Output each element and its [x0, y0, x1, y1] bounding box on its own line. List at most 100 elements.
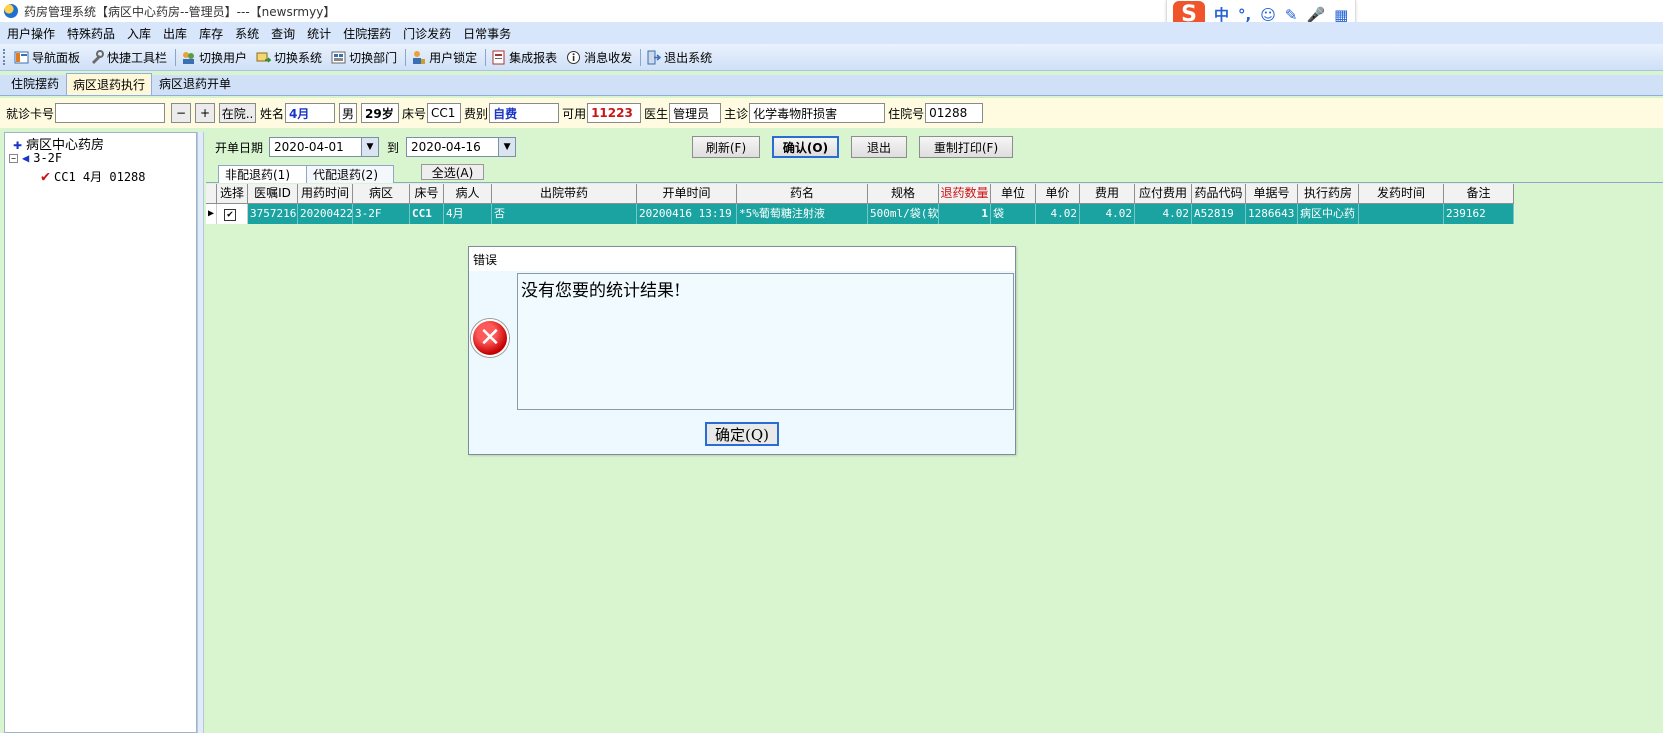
menu-stock-in[interactable]: 入库 — [123, 25, 159, 42]
navigation-panel-button[interactable]: 导航面板 — [11, 49, 86, 66]
tab-non-dispensed-return[interactable]: 非配退药(1) — [218, 165, 309, 183]
bed-field[interactable]: CC1 — [427, 103, 462, 123]
tab-proxy-dispensed-return[interactable]: 代配退药(2) — [306, 165, 394, 183]
column-header[interactable]: 出院带药 — [492, 184, 637, 204]
menu-outpatient-dispense[interactable]: 门诊发药 — [399, 25, 459, 42]
column-header[interactable]: 费用 — [1080, 184, 1135, 204]
cell-order-id: 3757216 — [248, 204, 298, 224]
menu-daily-affairs[interactable]: 日常事务 — [459, 25, 519, 42]
column-header[interactable]: 应付费用 — [1135, 184, 1192, 204]
quick-toolbar-button[interactable]: 快捷工具栏 — [86, 49, 173, 66]
reprint-button[interactable]: 重制打印(F) — [919, 136, 1013, 158]
switch-user-button[interactable]: 切换用户 — [178, 49, 253, 66]
row-select-checkbox[interactable]: ✔ — [217, 204, 248, 224]
menu-system[interactable]: 系统 — [231, 25, 267, 42]
window-titlebar: 药房管理系统【病区中心药房--管理员】---【newsrmyy】 — [0, 0, 1663, 22]
microphone-icon[interactable]: 🎤 — [1306, 6, 1325, 24]
switch-department-button[interactable]: 切换部门 — [328, 49, 403, 66]
cell-medication-time: 20200422 — [298, 204, 353, 224]
start-date-picker[interactable]: 2020-04-01 ▼ — [269, 137, 380, 157]
menu-stock-out[interactable]: 出库 — [159, 25, 195, 42]
inpatient-number-label: 住院号 — [888, 106, 925, 121]
fee-type-field[interactable]: 自费 — [489, 103, 560, 123]
ok-button[interactable]: 确定(Q) — [705, 422, 779, 446]
available-balance-field[interactable]: 11223 — [587, 103, 642, 123]
column-header[interactable]: 发药时间 — [1359, 184, 1444, 204]
cell-return-quantity[interactable]: 1 — [939, 204, 991, 224]
message-button[interactable]: 消息收发 — [563, 49, 638, 66]
checkmark-icon: ✔ — [41, 167, 51, 185]
module-tabs: 住院摆药 病区退药执行 病区退药开单 — [0, 72, 1663, 96]
exit-system-button[interactable]: 退出系统 — [643, 49, 718, 66]
refresh-button[interactable]: 刷新(F) — [692, 136, 760, 158]
switch-system-button[interactable]: 切换系统 — [253, 49, 328, 66]
ime-punctuation[interactable]: °, — [1238, 6, 1251, 24]
collapse-icon[interactable]: − — [9, 153, 18, 163]
card-number-input[interactable] — [55, 103, 166, 123]
tab-inpatient-dispense[interactable]: 住院摆药 — [4, 72, 66, 95]
menu-inpatient-dispense[interactable]: 住院摆药 — [339, 25, 399, 42]
column-header[interactable]: 用药时间 — [298, 184, 353, 204]
menu-statistics[interactable]: 统计 — [303, 25, 339, 42]
inpatient-status-button[interactable]: 在院.. — [219, 103, 257, 123]
column-header-highlighted[interactable]: 退药数量 — [939, 184, 991, 204]
column-header[interactable]: 床号 — [410, 184, 444, 204]
doctor-field[interactable]: 管理员 — [669, 103, 722, 123]
exit-button[interactable]: 退出 — [851, 136, 907, 158]
column-header[interactable]: 单据号 — [1246, 184, 1298, 204]
cell-spec: 500ml/袋(软 — [868, 204, 939, 224]
ward-tree: ✚ 病区中心药房 − ◀ 3-2F ✔ CC1 4月 01288 — [4, 132, 197, 733]
cell-remark: 239162 — [1444, 204, 1514, 224]
column-header[interactable]: 规格 — [868, 184, 939, 204]
column-header[interactable]: 开单时间 — [637, 184, 737, 204]
checkbox[interactable]: ✔ — [224, 209, 236, 221]
dropdown-arrow-icon[interactable]: ▼ — [498, 138, 516, 156]
tree-node-patient[interactable]: ✔ CC1 4月 01288 — [41, 167, 146, 185]
dropdown-arrow-icon[interactable]: ▼ — [361, 138, 379, 156]
tab-ward-return-order[interactable]: 病区退药开单 — [152, 72, 238, 95]
exit-icon — [647, 50, 662, 64]
column-header[interactable]: 备注 — [1444, 184, 1514, 204]
column-header[interactable]: 医嘱ID — [248, 184, 298, 204]
sex-field[interactable]: 男 — [339, 103, 358, 123]
toolbar-grip[interactable] — [3, 49, 7, 65]
column-header[interactable]: 单价 — [1036, 184, 1080, 204]
confirm-button[interactable]: 确认(O) — [772, 136, 839, 158]
report-icon — [492, 50, 505, 64]
user-lock-button[interactable]: 用户锁定 — [408, 49, 483, 66]
inpatient-number-field[interactable]: 01288 — [925, 103, 984, 123]
pen-icon[interactable]: ✎ — [1285, 6, 1298, 24]
column-header[interactable]: 药名 — [737, 184, 868, 204]
menu-inventory[interactable]: 库存 — [195, 25, 231, 42]
select-all-button[interactable]: 全选(A) — [421, 164, 484, 180]
cell-dispense-time — [1359, 204, 1444, 224]
age-field[interactable]: 29岁 — [361, 103, 400, 123]
menu-user[interactable]: 用户操作 — [3, 25, 63, 42]
column-header[interactable]: 选择 — [217, 184, 248, 204]
cell-order-time: 20200416 13:19 — [637, 204, 737, 224]
available-label: 可用 — [562, 106, 587, 121]
tab-ward-return-execute[interactable]: 病区退药执行 — [66, 73, 153, 95]
cell-drug-name: *5%葡萄糖注射液 — [737, 204, 868, 224]
integrated-report-button[interactable]: 集成报表 — [488, 49, 563, 66]
increment-button[interactable]: + — [195, 103, 216, 123]
navigation-panel-icon — [14, 51, 29, 63]
menu-query[interactable]: 查询 — [267, 25, 303, 42]
end-date-picker[interactable]: 2020-04-16 ▼ — [406, 137, 517, 157]
diagnosis-field[interactable]: 化学毒物肝损害 — [749, 103, 886, 123]
grid-menu-icon[interactable]: ▦ — [1334, 6, 1348, 24]
tree-node-ward[interactable]: − ◀ 3-2F — [9, 151, 62, 165]
column-header[interactable]: 单位 — [991, 184, 1036, 204]
column-header[interactable]: 病区 — [353, 184, 410, 204]
cell-patient: 4月 — [444, 204, 492, 224]
column-header[interactable]: 执行药房 — [1298, 184, 1359, 204]
quick-toolbar-icon — [92, 49, 105, 64]
main-toolbar: 导航面板 快捷工具栏 切换用户 切换系统 切换部门 用户锁定 集成报表 消息收发… — [0, 44, 1663, 71]
column-header[interactable]: 药品代码 — [1192, 184, 1246, 204]
decrement-button[interactable]: − — [171, 103, 192, 123]
panel-splitter[interactable] — [197, 132, 204, 733]
menu-special-drugs[interactable]: 特殊药品 — [63, 25, 123, 42]
emoji-icon[interactable]: ☺ — [1260, 6, 1276, 24]
column-header[interactable]: 病人 — [444, 184, 492, 204]
patient-name-field[interactable]: 4月 — [285, 103, 336, 123]
